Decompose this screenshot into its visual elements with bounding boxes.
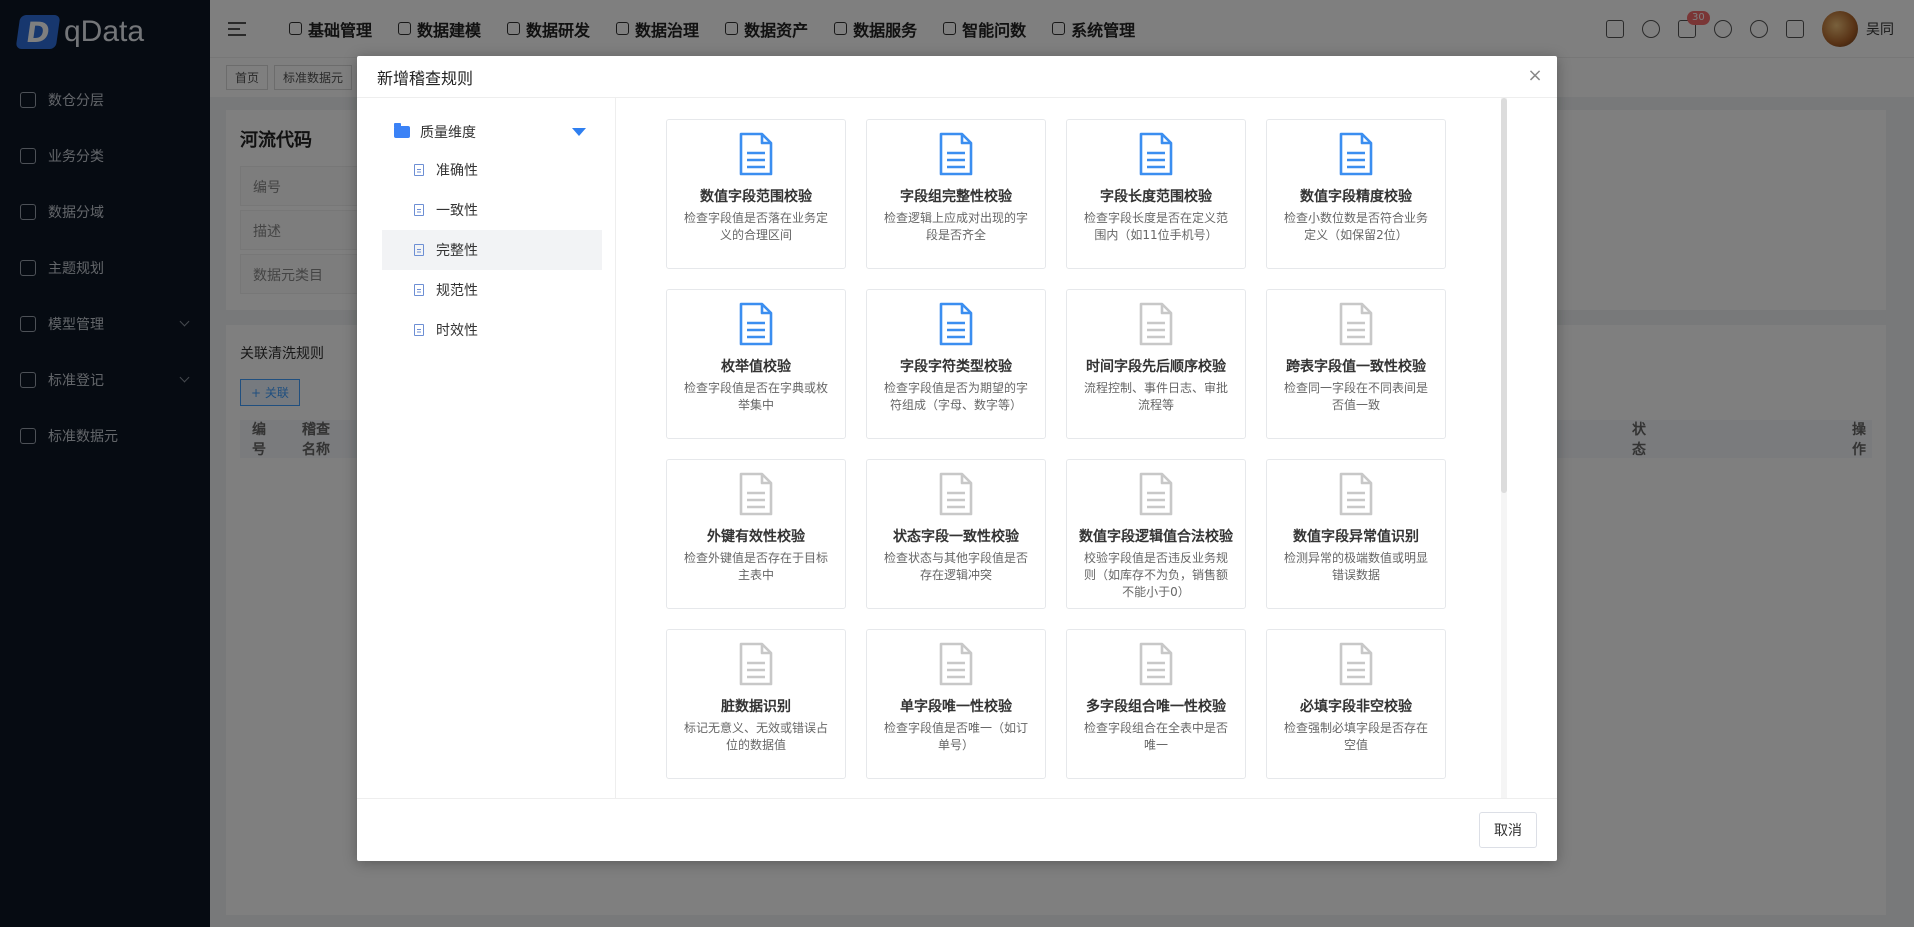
scrollbar-thumb[interactable] xyxy=(1501,98,1507,493)
document-icon xyxy=(937,132,975,180)
rule-card[interactable]: 必填字段非空校验检查强制必填字段是否存在空值 xyxy=(1266,629,1446,779)
rule-description: 检查字段值是否唯一（如订单号） xyxy=(883,721,1028,752)
rule-name: 字段长度范围校验 xyxy=(1100,189,1212,205)
rule-description: 检查状态与其他字段值是否存在逻辑冲突 xyxy=(883,551,1028,582)
rule-card[interactable]: 字段字符类型校验检查字段值是否为期望的字符组成（字母、数字等） xyxy=(866,289,1046,439)
tree-children: 准确性一致性完整性规范性时效性 xyxy=(382,150,615,350)
rule-description: 检查字段长度是否在定义范围内（如11位手机号） xyxy=(1083,211,1228,242)
rule-name: 数值字段异常值识别 xyxy=(1293,529,1419,545)
rule-name: 数值字段精度校验 xyxy=(1300,189,1412,205)
dimension-tree: 质量维度 准确性一致性完整性规范性时效性 xyxy=(357,98,616,798)
rule-name: 多字段组合唯一性校验 xyxy=(1086,699,1226,715)
scrollbar[interactable] xyxy=(1501,98,1507,798)
rule-name: 脏数据识别 xyxy=(721,699,791,715)
caret-down-icon[interactable] xyxy=(572,128,586,136)
tree-item[interactable]: 准确性 xyxy=(382,150,602,190)
document-icon xyxy=(937,642,975,690)
rule-description: 检查逻辑上应成对出现的字段是否齐全 xyxy=(883,211,1028,242)
document-icon xyxy=(737,642,775,690)
rule-card[interactable]: 数值字段逻辑值合法校验校验字段值是否违反业务规则（如库存不为负，销售额不能小于0… xyxy=(1066,459,1246,609)
dialog-title: 新增稽查规则 xyxy=(377,68,474,88)
dialog-footer: 取消 xyxy=(357,798,1557,861)
folder-icon xyxy=(394,123,410,138)
rule-description: 检查字段组合在全表中是否唯一 xyxy=(1083,721,1228,752)
document-icon xyxy=(1337,132,1375,180)
rule-card[interactable]: 单字段唯一性校验检查字段值是否唯一（如订单号） xyxy=(866,629,1046,779)
rule-description: 检测异常的极端数值或明显错误数据 xyxy=(1283,551,1428,582)
document-icon xyxy=(1137,642,1175,690)
rule-card[interactable]: 脏数据识别标记无意义、无效或错误占位的数据值 xyxy=(666,629,846,779)
rule-description: 检查小数位数是否符合业务定义（如保留2位） xyxy=(1283,211,1428,242)
tree-item[interactable]: 一致性 xyxy=(382,190,602,230)
rule-description: 标记无意义、无效或错误占位的数据值 xyxy=(683,721,828,752)
rule-description: 流程控制、事件日志、审批流程等 xyxy=(1083,381,1228,412)
document-icon xyxy=(1137,132,1175,180)
document-icon xyxy=(737,302,775,350)
rule-name: 单字段唯一性校验 xyxy=(900,699,1012,715)
rule-description: 检查强制必填字段是否存在空值 xyxy=(1283,721,1428,752)
rule-description: 检查字段值是否在字典或枚举集中 xyxy=(683,381,828,412)
rule-name: 字段组完整性校验 xyxy=(900,189,1012,205)
rule-description: 检查外键值是否存在于目标主表中 xyxy=(683,551,828,582)
document-icon xyxy=(414,244,424,256)
rule-card[interactable]: 枚举值校验检查字段值是否在字典或枚举集中 xyxy=(666,289,846,439)
rule-card[interactable]: 多字段组合唯一性校验检查字段组合在全表中是否唯一 xyxy=(1066,629,1246,779)
rule-name: 枚举值校验 xyxy=(721,359,791,375)
rules-panel: 数值字段范围校验 检查字段值是否落在业务定义的合理区间 字段组完整性校验 检查逻辑上应… xyxy=(616,98,1557,798)
rule-name: 字段字符类型校验 xyxy=(900,359,1012,375)
rule-name: 必填字段非空校验 xyxy=(1300,699,1412,715)
document-icon xyxy=(414,164,424,176)
rule-card[interactable]: 数值字段范围校验检查字段值是否落在业务定义的合理区间 xyxy=(666,119,846,269)
dialog-body: 质量维度 准确性一致性完整性规范性时效性 数值字段范围校验检查字段值是否落在业务… xyxy=(357,98,1557,798)
rule-card[interactable]: 状态字段一致性校验检查状态与其他字段值是否存在逻辑冲突 xyxy=(866,459,1046,609)
rule-name: 数值字段范围校验 xyxy=(700,189,812,205)
document-icon xyxy=(937,472,975,520)
rule-name: 外键有效性校验 xyxy=(707,529,805,545)
tree-root[interactable]: 质量维度 xyxy=(382,114,602,150)
rule-card[interactable]: 字段长度范围校验检查字段长度是否在定义范围内（如11位手机号） xyxy=(1066,119,1246,269)
rule-card[interactable]: 跨表字段值一致性校验检查同一字段在不同表间是否值一致 xyxy=(1266,289,1446,439)
tree-item[interactable]: 完整性 xyxy=(382,230,602,270)
rule-card[interactable]: 数值字段异常值识别检测异常的极端数值或明显错误数据 xyxy=(1266,459,1446,609)
document-icon xyxy=(1337,302,1375,350)
close-icon[interactable]: × xyxy=(1527,67,1543,85)
rule-name: 时间字段先后顺序校验 xyxy=(1086,359,1226,375)
document-icon xyxy=(737,132,775,180)
tree-item-label: 一致性 xyxy=(436,203,478,219)
rule-name: 跨表字段值一致性校验 xyxy=(1286,359,1426,375)
add-rule-dialog: 新增稽查规则 × 质量维度 准确性一致性完整性规范性时效性 数值字段范围校验检查… xyxy=(357,56,1557,861)
tree-item-label: 规范性 xyxy=(436,283,478,299)
cancel-button[interactable]: 取消 xyxy=(1479,812,1537,848)
rule-grid: 数值字段范围校验 检查字段值是否落在业务定义的合理区间 字段组完整性校验 检查逻辑上应… xyxy=(666,119,1446,779)
document-icon xyxy=(737,472,775,520)
dialog-header: 新增稽查规则 × xyxy=(357,56,1557,98)
document-icon xyxy=(1137,302,1175,350)
rule-name: 数值字段逻辑值合法校验 xyxy=(1079,529,1233,545)
rule-card[interactable]: 时间字段先后顺序校验流程控制、事件日志、审批流程等 xyxy=(1066,289,1246,439)
rule-card[interactable]: 字段组完整性校验检查逻辑上应成对出现的字段是否齐全 xyxy=(866,119,1046,269)
tree-item-label: 完整性 xyxy=(436,243,478,259)
document-icon xyxy=(937,302,975,350)
document-icon xyxy=(1337,472,1375,520)
tree-root-label: 质量维度 xyxy=(420,125,476,141)
rule-description: 检查字段值是否落在业务定义的合理区间 xyxy=(683,211,828,242)
rule-description: 检查字段值是否为期望的字符组成（字母、数字等） xyxy=(883,381,1028,412)
rule-name: 状态字段一致性校验 xyxy=(893,529,1019,545)
rule-card[interactable]: 数值字段精度校验检查小数位数是否符合业务定义（如保留2位） xyxy=(1266,119,1446,269)
tree-item-label: 时效性 xyxy=(436,323,478,339)
tree-item[interactable]: 时效性 xyxy=(382,310,602,350)
rule-card[interactable]: 外键有效性校验检查外键值是否存在于目标主表中 xyxy=(666,459,846,609)
tree-item-label: 准确性 xyxy=(436,163,478,179)
document-icon xyxy=(1337,642,1375,690)
rule-description: 校验字段值是否违反业务规则（如库存不为负，销售额不能小于0） xyxy=(1083,551,1228,599)
tree-item[interactable]: 规范性 xyxy=(382,270,602,310)
document-icon xyxy=(414,324,424,336)
document-icon xyxy=(414,284,424,296)
document-icon xyxy=(414,204,424,216)
rule-description: 检查同一字段在不同表间是否值一致 xyxy=(1283,381,1428,412)
document-icon xyxy=(1137,472,1175,520)
